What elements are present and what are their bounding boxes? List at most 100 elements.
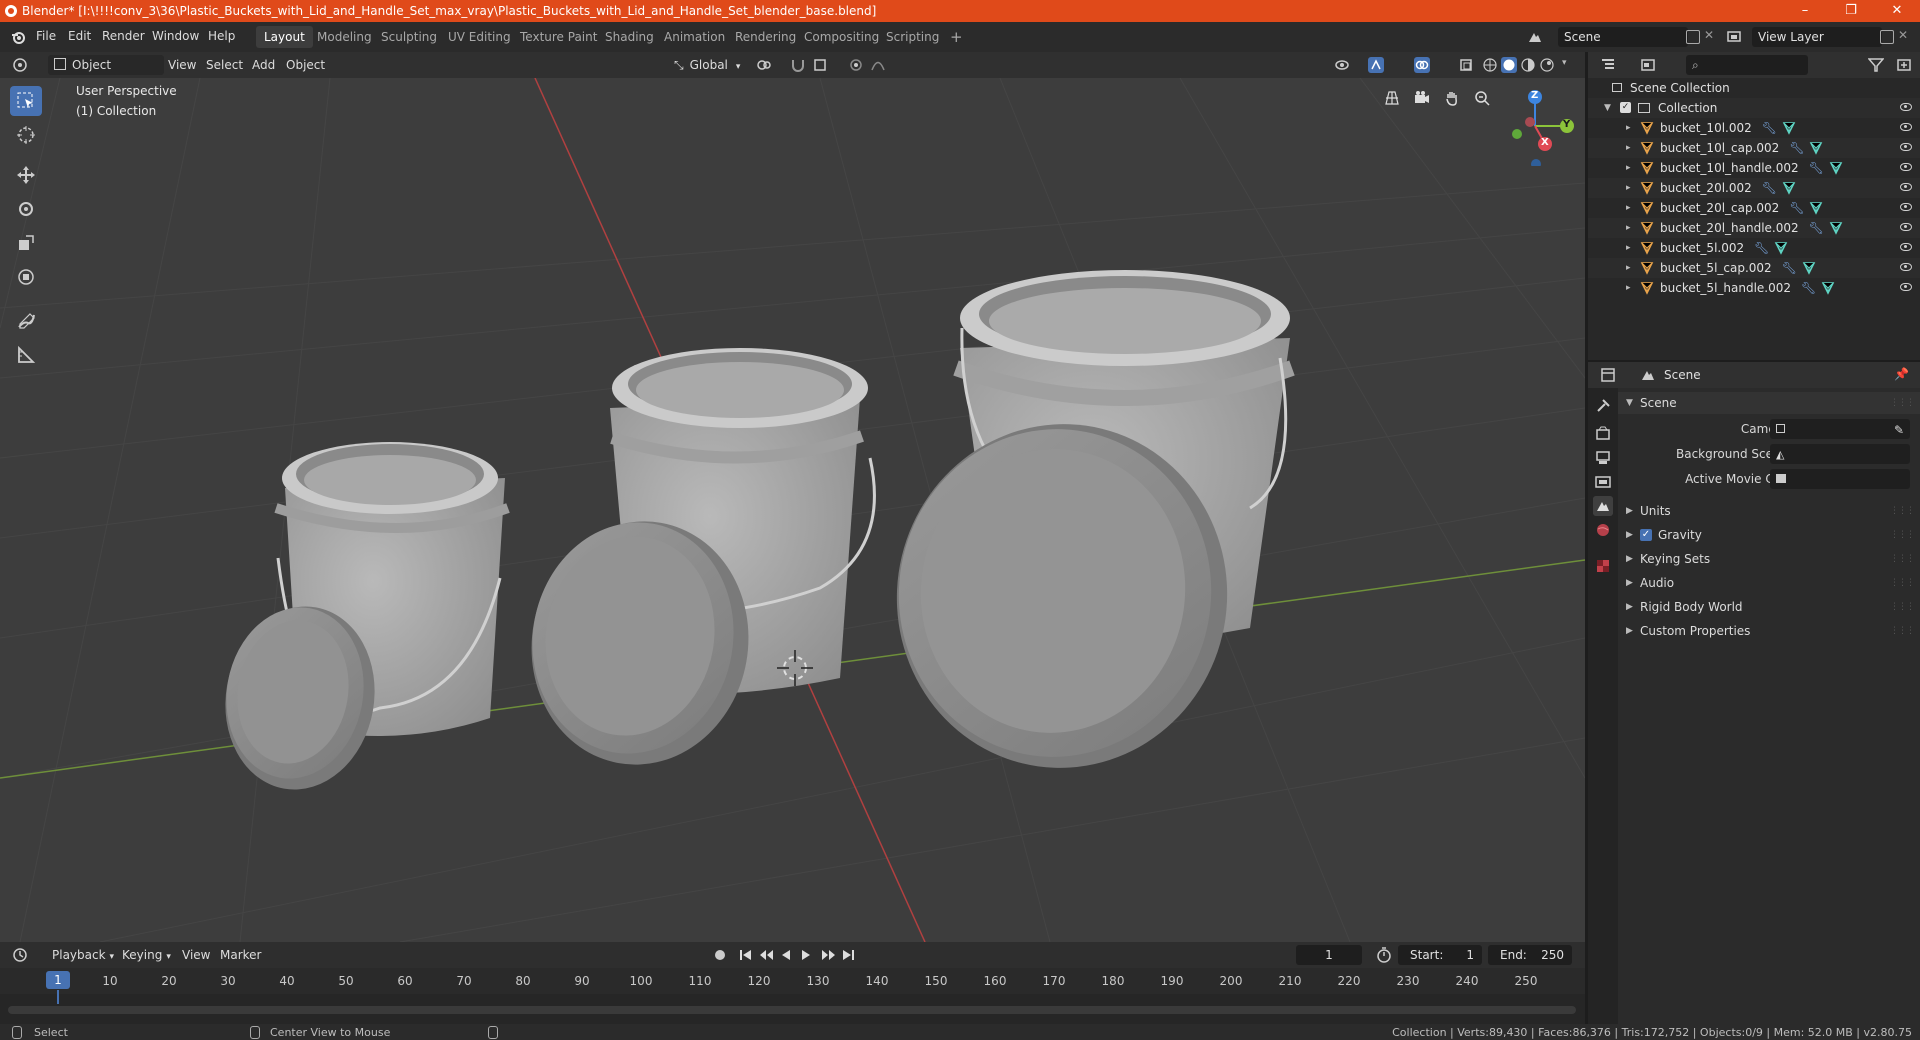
- outliner-object-row[interactable]: ▸ bucket_20l_handle.002 🔧︎: [1588, 218, 1920, 238]
- tab-rendering[interactable]: Rendering: [727, 26, 804, 48]
- eye-icon[interactable]: [1900, 123, 1912, 131]
- editor-type-icon[interactable]: [12, 57, 28, 73]
- shading-wireframe-icon[interactable]: [1482, 57, 1498, 73]
- mesh-data-icon[interactable]: [1782, 181, 1796, 195]
- eye-icon[interactable]: [1900, 143, 1912, 151]
- shading-solid-icon[interactable]: [1501, 57, 1517, 73]
- eye-icon[interactable]: [1900, 103, 1912, 111]
- mesh-data-icon[interactable]: [1782, 121, 1796, 135]
- properties-editor-icon[interactable]: [1600, 367, 1616, 383]
- viewport-menu-add[interactable]: Add: [246, 55, 281, 75]
- scene-icon[interactable]: [1527, 29, 1543, 45]
- new-scene-icon[interactable]: [1686, 30, 1700, 44]
- falloff-icon[interactable]: [870, 57, 886, 73]
- view-layer-icon[interactable]: [1726, 29, 1742, 45]
- jump-start-icon[interactable]: [740, 950, 751, 960]
- mesh-data-icon[interactable]: [1829, 221, 1843, 235]
- modifier-wrench-icon[interactable]: 🔧︎: [1782, 258, 1797, 278]
- outliner-editor-icon[interactable]: [1600, 57, 1616, 73]
- tab-texture-paint[interactable]: Texture Paint: [512, 26, 605, 48]
- chevron-right-icon[interactable]: ▸: [1626, 158, 1631, 178]
- snap-icon[interactable]: [790, 57, 806, 73]
- timeline-menu-view[interactable]: View: [176, 945, 216, 965]
- tool-move[interactable]: [10, 160, 42, 190]
- xray-toggle-icon[interactable]: [1458, 57, 1474, 73]
- menu-help[interactable]: Help: [208, 29, 235, 43]
- scene-tab-icon[interactable]: [1593, 496, 1613, 516]
- chevron-right-icon[interactable]: ▸: [1626, 238, 1631, 258]
- mesh-data-icon[interactable]: [1774, 241, 1788, 255]
- zoom-icon[interactable]: [1474, 90, 1490, 106]
- scene-selector[interactable]: Scene: [1558, 27, 1688, 47]
- eye-icon[interactable]: [1900, 243, 1912, 251]
- timeline-area[interactable]: 1 10 20 30 40 50 60 70 80 90 100 110 120…: [0, 968, 1585, 1024]
- prev-keyframe-icon[interactable]: [760, 950, 773, 960]
- eye-icon[interactable]: [1900, 223, 1912, 231]
- view-layer-selector[interactable]: View Layer: [1752, 27, 1882, 47]
- record-icon[interactable]: [715, 950, 725, 960]
- mesh-data-icon[interactable]: [1809, 141, 1823, 155]
- eye-icon[interactable]: [1900, 203, 1912, 211]
- chevron-down-icon[interactable]: ▼: [1604, 98, 1611, 118]
- timeline-editor-icon[interactable]: [12, 947, 28, 963]
- audio-panel[interactable]: ▶ Audio ⋮⋮⋮: [1618, 572, 1920, 594]
- start-frame-field[interactable]: Start: 1: [1398, 945, 1482, 965]
- camera-field[interactable]: ✎: [1770, 419, 1910, 439]
- outliner-object-row[interactable]: ▸ bucket_5l.002 🔧︎: [1588, 238, 1920, 258]
- menu-edit[interactable]: Edit: [68, 29, 91, 43]
- rigid-body-world-panel[interactable]: ▶ Rigid Body World ⋮⋮⋮: [1618, 596, 1920, 618]
- tab-compositing[interactable]: Compositing: [796, 26, 887, 48]
- view-layer-tab-icon[interactable]: [1593, 472, 1613, 492]
- playhead[interactable]: 1: [46, 971, 70, 989]
- new-collection-icon[interactable]: [1896, 57, 1912, 73]
- new-view-layer-icon[interactable]: [1880, 30, 1894, 44]
- add-workspace-button[interactable]: +: [942, 26, 971, 48]
- end-frame-field[interactable]: End: 250: [1488, 945, 1572, 965]
- tab-modeling[interactable]: Modeling: [309, 26, 380, 48]
- play-reverse-icon[interactable]: [782, 950, 790, 960]
- drag-grip-icon[interactable]: ⋮⋮⋮: [1890, 596, 1915, 618]
- play-icon[interactable]: [802, 950, 810, 960]
- units-panel[interactable]: ▶ Units ⋮⋮⋮: [1618, 500, 1920, 522]
- filter-icon[interactable]: [1868, 57, 1884, 73]
- modifier-wrench-icon[interactable]: 🔧︎: [1754, 238, 1769, 258]
- restore-button[interactable]: ❐: [1828, 0, 1874, 22]
- timeline-scrollbar[interactable]: [8, 1006, 1576, 1014]
- modifier-wrench-icon[interactable]: 🔧︎: [1809, 218, 1824, 238]
- shading-options-chevron-icon[interactable]: ▾: [1562, 58, 1567, 68]
- jump-end-icon[interactable]: [843, 950, 854, 960]
- pin-icon[interactable]: 📌: [1894, 367, 1909, 381]
- shading-rendered-icon[interactable]: [1539, 57, 1555, 73]
- outliner-object-row[interactable]: ▸ bucket_5l_handle.002 🔧︎: [1588, 278, 1920, 298]
- tab-layout[interactable]: Layout: [256, 26, 313, 48]
- gravity-checkbox[interactable]: ✓: [1640, 529, 1652, 541]
- outliner-object-row[interactable]: ▸ bucket_20l.002 🔧︎: [1588, 178, 1920, 198]
- collection-checkbox[interactable]: ✓: [1620, 102, 1631, 113]
- timeline-menu-playback[interactable]: Playback ▾: [46, 945, 120, 965]
- display-mode-icon[interactable]: [1640, 57, 1656, 73]
- render-tab-icon[interactable]: [1593, 424, 1613, 444]
- output-tab-icon[interactable]: [1593, 448, 1613, 468]
- tool-tab-icon[interactable]: [1593, 396, 1613, 416]
- snap-target-icon[interactable]: [812, 57, 828, 73]
- menu-render[interactable]: Render: [102, 29, 145, 43]
- orientation-dropdown[interactable]: ⤡ Global ▾: [668, 55, 760, 75]
- chevron-right-icon[interactable]: ▸: [1626, 258, 1631, 278]
- tool-measure[interactable]: [10, 340, 42, 370]
- mesh-data-icon[interactable]: [1802, 261, 1816, 275]
- modifier-wrench-icon[interactable]: 🔧︎: [1801, 278, 1816, 298]
- drag-grip-icon[interactable]: ⋮⋮⋮: [1890, 500, 1915, 522]
- outliner-object-row[interactable]: ▸ bucket_5l_cap.002 🔧︎: [1588, 258, 1920, 278]
- modifier-wrench-icon[interactable]: 🔧︎: [1762, 178, 1777, 198]
- drag-grip-icon[interactable]: ⋮⋮⋮: [1890, 392, 1915, 414]
- eye-icon[interactable]: [1900, 183, 1912, 191]
- gizmo-toggle-icon[interactable]: [1368, 57, 1384, 73]
- visibility-icon[interactable]: [1334, 57, 1350, 73]
- chevron-right-icon[interactable]: ▸: [1626, 198, 1631, 218]
- outliner-scene-collection[interactable]: Scene Collection: [1588, 78, 1920, 98]
- overlays-toggle-icon[interactable]: [1414, 57, 1430, 73]
- outliner-object-row[interactable]: ▸ bucket_10l_cap.002 🔧︎: [1588, 138, 1920, 158]
- drag-grip-icon[interactable]: ⋮⋮⋮: [1890, 524, 1915, 546]
- tool-transform[interactable]: [10, 262, 42, 292]
- delete-scene-icon[interactable]: ✕: [1704, 28, 1714, 42]
